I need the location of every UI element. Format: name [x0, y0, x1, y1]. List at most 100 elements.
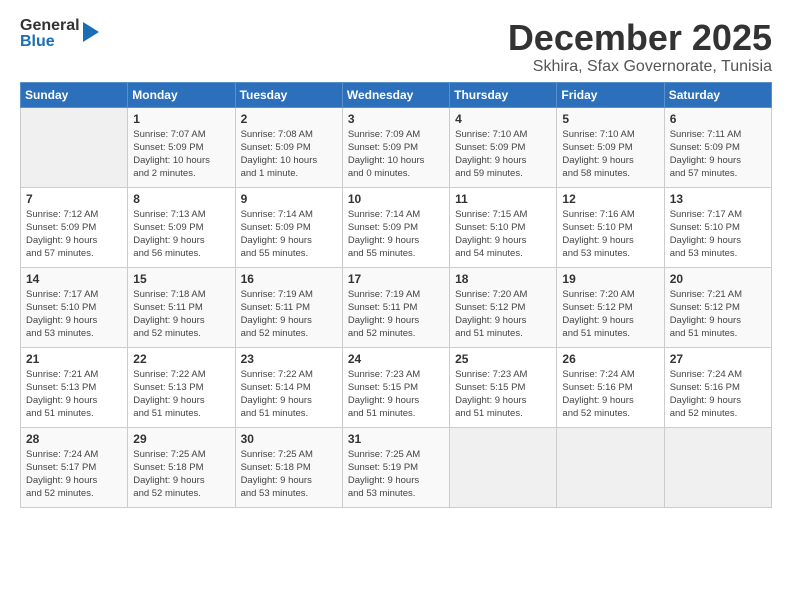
day-info: Sunrise: 7:24 AM Sunset: 5:16 PM Dayligh… — [670, 368, 766, 421]
calendar-cell: 26 Sunrise: 7:24 AM Sunset: 5:16 PM Dayli… — [557, 347, 664, 427]
day-info: Sunrise: 7:25 AM Sunset: 5:18 PM Dayligh… — [133, 448, 229, 501]
day-info: Sunrise: 7:19 AM Sunset: 5:11 PM Dayligh… — [348, 288, 444, 341]
calendar-cell: 16Sunrise: 7:19 AM Sunset: 5:11 PM Dayli… — [235, 267, 342, 347]
calendar-cell: 12 Sunrise: 7:16 AM Sunset: 5:10 PM Dayli… — [557, 187, 664, 267]
calendar-cell: 31Sunrise: 7:25 AM Sunset: 5:19 PM Dayli… — [342, 427, 449, 507]
calendar-cell: 7 Sunrise: 7:12 AM Sunset: 5:09 PM Daylig… — [21, 187, 128, 267]
day-number: 29 — [133, 432, 229, 446]
calendar-week-row: 7 Sunrise: 7:12 AM Sunset: 5:09 PM Daylig… — [21, 187, 772, 267]
calendar-cell: 30 Sunrise: 7:25 AM Sunset: 5:18 PM Dayli… — [235, 427, 342, 507]
calendar-day-header: Thursday — [450, 82, 557, 107]
calendar-cell: 25Sunrise: 7:23 AM Sunset: 5:15 PM Dayli… — [450, 347, 557, 427]
logo-word: General Blue — [20, 18, 80, 50]
day-number: 27 — [670, 352, 766, 366]
location-title: Skhira, Sfax Governorate, Tunisia — [508, 58, 772, 76]
calendar-cell: 22 Sunrise: 7:22 AM Sunset: 5:13 PM Dayli… — [128, 347, 235, 427]
day-info: Sunrise: 7:25 AM Sunset: 5:19 PM Dayligh… — [348, 448, 444, 501]
logo-triangle-icon — [83, 22, 99, 42]
calendar-cell: 17 Sunrise: 7:19 AM Sunset: 5:11 PM Dayli… — [342, 267, 449, 347]
day-number: 23 — [241, 352, 337, 366]
day-info: Sunrise: 7:23 AM Sunset: 5:15 PM Dayligh… — [348, 368, 444, 421]
day-info: Sunrise: 7:17 AM Sunset: 5:10 PM Dayligh… — [670, 208, 766, 261]
day-number: 21 — [26, 352, 122, 366]
calendar-cell: 2Sunrise: 7:08 AM Sunset: 5:09 PM Daylig… — [235, 107, 342, 187]
calendar-cell: 5 Sunrise: 7:10 AM Sunset: 5:09 PM Daylig… — [557, 107, 664, 187]
day-info: Sunrise: 7:20 AM Sunset: 5:12 PM Dayligh… — [562, 288, 658, 341]
calendar-cell — [21, 107, 128, 187]
calendar-table: SundayMondayTuesdayWednesdayThursdayFrid… — [20, 82, 772, 508]
day-info: Sunrise: 7:23 AM Sunset: 5:15 PM Dayligh… — [455, 368, 551, 421]
logo: General Blue — [20, 18, 99, 50]
day-number: 18 — [455, 272, 551, 286]
calendar-cell: 27 Sunrise: 7:24 AM Sunset: 5:16 PM Dayli… — [664, 347, 771, 427]
day-info: Sunrise: 7:08 AM Sunset: 5:09 PM Dayligh… — [241, 128, 337, 181]
day-info: Sunrise: 7:11 AM Sunset: 5:09 PM Dayligh… — [670, 128, 766, 181]
calendar-cell: 8 Sunrise: 7:13 AM Sunset: 5:09 PM Daylig… — [128, 187, 235, 267]
day-number: 28 — [26, 432, 122, 446]
day-info: Sunrise: 7:21 AM Sunset: 5:12 PM Dayligh… — [670, 288, 766, 341]
calendar-cell: 20 Sunrise: 7:21 AM Sunset: 5:12 PM Dayli… — [664, 267, 771, 347]
day-info: Sunrise: 7:07 AM Sunset: 5:09 PM Dayligh… — [133, 128, 229, 181]
day-info: Sunrise: 7:20 AM Sunset: 5:12 PM Dayligh… — [455, 288, 551, 341]
day-number: 6 — [670, 112, 766, 126]
day-number: 26 — [562, 352, 658, 366]
calendar-week-row: 21Sunrise: 7:21 AM Sunset: 5:13 PM Dayli… — [21, 347, 772, 427]
day-info: Sunrise: 7:14 AM Sunset: 5:09 PM Dayligh… — [348, 208, 444, 261]
calendar-cell: 23Sunrise: 7:22 AM Sunset: 5:14 PM Dayli… — [235, 347, 342, 427]
calendar-cell: 1Sunrise: 7:07 AM Sunset: 5:09 PM Daylig… — [128, 107, 235, 187]
day-number: 4 — [455, 112, 551, 126]
day-number: 30 — [241, 432, 337, 446]
calendar-cell: 4 Sunrise: 7:10 AM Sunset: 5:09 PM Daylig… — [450, 107, 557, 187]
day-number: 9 — [241, 192, 337, 206]
page: General Blue December 2025 Skhira, Sfax … — [0, 0, 792, 612]
title-block: December 2025 Skhira, Sfax Governorate, … — [508, 18, 772, 76]
day-number: 3 — [348, 112, 444, 126]
day-info: Sunrise: 7:22 AM Sunset: 5:13 PM Dayligh… — [133, 368, 229, 421]
calendar-day-header: Wednesday — [342, 82, 449, 107]
calendar-header-row: SundayMondayTuesdayWednesdayThursdayFrid… — [21, 82, 772, 107]
logo-blue: Blue — [20, 34, 80, 50]
month-title: December 2025 — [508, 18, 772, 58]
day-info: Sunrise: 7:12 AM Sunset: 5:09 PM Dayligh… — [26, 208, 122, 261]
calendar-cell — [664, 427, 771, 507]
day-number: 14 — [26, 272, 122, 286]
day-number: 17 — [348, 272, 444, 286]
day-number: 19 — [562, 272, 658, 286]
calendar-cell: 24Sunrise: 7:23 AM Sunset: 5:15 PM Dayli… — [342, 347, 449, 427]
day-number: 12 — [562, 192, 658, 206]
day-info: Sunrise: 7:10 AM Sunset: 5:09 PM Dayligh… — [562, 128, 658, 181]
calendar-week-row: 14 Sunrise: 7:17 AM Sunset: 5:10 PM Dayli… — [21, 267, 772, 347]
day-number: 10 — [348, 192, 444, 206]
calendar-cell: 21Sunrise: 7:21 AM Sunset: 5:13 PM Dayli… — [21, 347, 128, 427]
calendar-cell: 11Sunrise: 7:15 AM Sunset: 5:10 PM Dayli… — [450, 187, 557, 267]
day-info: Sunrise: 7:13 AM Sunset: 5:09 PM Dayligh… — [133, 208, 229, 261]
day-number: 13 — [670, 192, 766, 206]
calendar-day-header: Friday — [557, 82, 664, 107]
day-info: Sunrise: 7:25 AM Sunset: 5:18 PM Dayligh… — [241, 448, 337, 501]
day-number: 11 — [455, 192, 551, 206]
calendar-cell — [450, 427, 557, 507]
day-number: 5 — [562, 112, 658, 126]
calendar-cell: 14 Sunrise: 7:17 AM Sunset: 5:10 PM Dayli… — [21, 267, 128, 347]
calendar-cell — [557, 427, 664, 507]
calendar-day-header: Sunday — [21, 82, 128, 107]
day-info: Sunrise: 7:10 AM Sunset: 5:09 PM Dayligh… — [455, 128, 551, 181]
calendar-cell: 13 Sunrise: 7:17 AM Sunset: 5:10 PM Dayli… — [664, 187, 771, 267]
day-number: 8 — [133, 192, 229, 206]
header: General Blue December 2025 Skhira, Sfax … — [20, 18, 772, 76]
day-info: Sunrise: 7:19 AM Sunset: 5:11 PM Dayligh… — [241, 288, 337, 341]
day-number: 22 — [133, 352, 229, 366]
calendar-cell: 15Sunrise: 7:18 AM Sunset: 5:11 PM Dayli… — [128, 267, 235, 347]
day-info: Sunrise: 7:24 AM Sunset: 5:17 PM Dayligh… — [26, 448, 122, 501]
calendar-cell: 10 Sunrise: 7:14 AM Sunset: 5:09 PM Dayli… — [342, 187, 449, 267]
day-info: Sunrise: 7:09 AM Sunset: 5:09 PM Dayligh… — [348, 128, 444, 181]
calendar-cell: 29 Sunrise: 7:25 AM Sunset: 5:18 PM Dayli… — [128, 427, 235, 507]
calendar-cell: 19 Sunrise: 7:20 AM Sunset: 5:12 PM Dayli… — [557, 267, 664, 347]
calendar-cell: 18 Sunrise: 7:20 AM Sunset: 5:12 PM Dayli… — [450, 267, 557, 347]
calendar-day-header: Saturday — [664, 82, 771, 107]
day-info: Sunrise: 7:24 AM Sunset: 5:16 PM Dayligh… — [562, 368, 658, 421]
day-info: Sunrise: 7:16 AM Sunset: 5:10 PM Dayligh… — [562, 208, 658, 261]
day-info: Sunrise: 7:17 AM Sunset: 5:10 PM Dayligh… — [26, 288, 122, 341]
day-number: 7 — [26, 192, 122, 206]
day-number: 20 — [670, 272, 766, 286]
